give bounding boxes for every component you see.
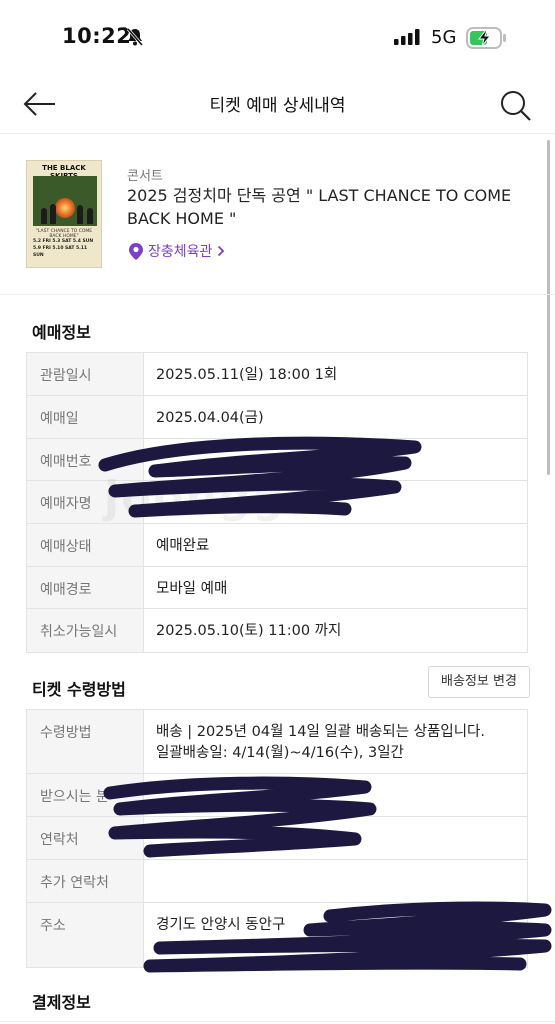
row-value <box>144 817 527 859</box>
table-row: 수령방법 배송 | 2025년 04월 14일 일괄 배송되는 상품입니다. 일… <box>27 710 527 774</box>
delivery-info-line1: 배송 | 2025년 04월 14일 일괄 배송되는 상품입니다. <box>156 724 485 740</box>
ticket-receive-table: 수령방법 배송 | 2025년 04월 14일 일괄 배송되는 상품입니다. 일… <box>26 709 528 968</box>
row-value: 2025.05.10(토) 11:00 까지 <box>156 623 342 639</box>
address-line1: 경기도 안양시 동안구 <box>156 917 286 933</box>
watermark: joonggo <box>104 472 319 523</box>
booking-info-title: 예매정보 <box>32 323 91 342</box>
poster-photo <box>33 176 97 226</box>
row-label: 연락처 <box>27 817 144 859</box>
table-row: 예매경로 모바일 예매 <box>27 567 527 609</box>
row-label: 예매일 <box>27 396 144 438</box>
divider <box>0 294 555 295</box>
row-value: 2025.05.11(일) 18:00 1회 <box>156 367 338 383</box>
table-row: 받으시는 분 <box>27 774 527 817</box>
row-label: 수령방법 <box>27 710 144 773</box>
ticket-receive-title: 티켓 수령방법 <box>32 680 126 699</box>
scrollbar[interactable] <box>547 140 550 475</box>
table-row: 연락처 <box>27 817 527 860</box>
poster-dates: 5.2 FRI 5.3 SAT 5.4 SUN 5.9 FRI 5.10 SAT… <box>33 239 94 258</box>
venue-name: 장충체육관 <box>148 244 213 260</box>
battery-charging-icon <box>466 27 506 49</box>
row-label: 주소 <box>27 903 144 967</box>
row-label: 추가 연락처 <box>27 860 144 902</box>
row-value: 2025.04.04(금) <box>156 410 264 426</box>
event-title: 2025 검정치마 단독 공연 " LAST CHANCE TO COME BA… <box>127 186 512 228</box>
venue-link[interactable]: 장충체육관 <box>129 241 225 261</box>
event-poster[interactable]: THE BLACK SKIRTS "LAST CHANCE TO COME BA… <box>26 160 102 268</box>
table-row: 관람일시 2025.05.11(일) 18:00 1회 <box>27 353 527 396</box>
network-type: 5G <box>431 27 457 48</box>
search-icon[interactable] <box>499 89 533 123</box>
table-row: 예매일 2025.04.04(금) <box>27 396 527 439</box>
location-pin-icon <box>129 242 143 260</box>
delivery-info-line2: 일괄배송일: 4/14(월)~4/16(수), 3일간 <box>156 745 404 761</box>
chevron-right-icon <box>218 245 225 257</box>
status-bar: 10:22 5G <box>0 0 555 75</box>
table-row: 예매상태 예매완료 <box>27 524 527 567</box>
change-delivery-button[interactable]: 배송정보 변경 <box>428 666 530 698</box>
table-row: 주소 경기도 안양시 동안구 <box>27 903 527 967</box>
signal-icon <box>394 29 420 45</box>
row-label: 관람일시 <box>27 353 144 395</box>
row-label: 취소가능일시 <box>27 609 144 652</box>
table-row: 추가 연락처 <box>27 860 527 903</box>
row-label: 예매경로 <box>27 567 144 608</box>
row-value: 모바일 예매 <box>156 581 228 597</box>
row-label: 받으시는 분 <box>27 774 144 816</box>
table-row: 취소가능일시 2025.05.10(토) 11:00 까지 <box>27 609 527 652</box>
row-value <box>144 860 527 902</box>
divider <box>0 1021 555 1022</box>
payment-info-title: 결제정보 <box>32 993 91 1012</box>
row-value: 예매완료 <box>156 538 210 554</box>
row-value: 배송 | 2025년 04월 14일 일괄 배송되는 상품입니다. 일괄배송일:… <box>144 710 527 773</box>
row-value <box>144 774 527 816</box>
row-label: 예매상태 <box>27 524 144 566</box>
page-title: 티켓 예매 상세내역 <box>209 96 346 116</box>
event-category: 콘서트 <box>127 169 163 184</box>
row-value: 경기도 안양시 동안구 <box>144 903 527 967</box>
status-time: 10:22 <box>62 24 132 48</box>
app-header: 티켓 예매 상세내역 <box>0 75 555 134</box>
bell-muted-icon <box>126 28 144 46</box>
